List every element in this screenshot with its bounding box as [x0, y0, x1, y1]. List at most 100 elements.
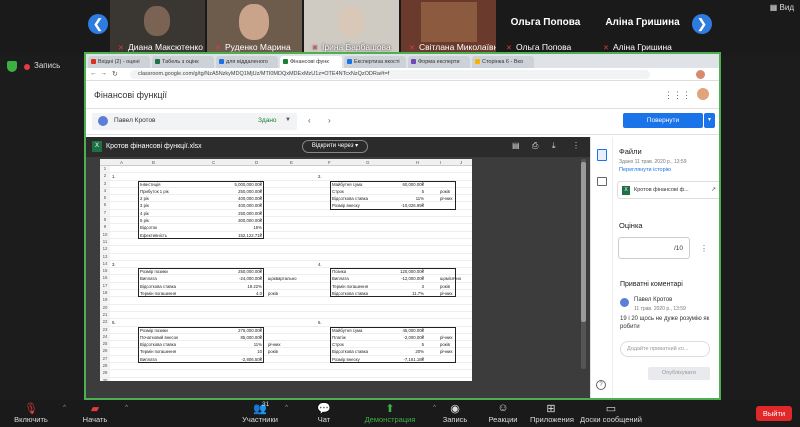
col-header: H: [416, 160, 420, 165]
apps-button[interactable]: ⊞ Приложения: [530, 402, 574, 424]
more-options-icon[interactable]: ⋮: [572, 141, 580, 150]
submitted-time: Здано 11 трав. 2020 р., 13:59: [619, 159, 687, 165]
return-button[interactable]: Повернути: [623, 113, 703, 128]
view-history-link[interactable]: Переглянути історію: [619, 167, 671, 173]
open-external-icon[interactable]: ↗: [711, 186, 716, 193]
browser-tab[interactable]: Форма експерти: [408, 56, 470, 68]
grade-more-icon[interactable]: ⋮: [700, 244, 708, 253]
comments-tab-icon[interactable]: [597, 177, 607, 186]
sheet-row: 2 1. 2.: [100, 173, 472, 181]
forward-icon[interactable]: →: [100, 70, 107, 77]
sheet-row: 14 3. 4.: [100, 260, 472, 269]
sheet-row: 20: [100, 304, 472, 312]
row-number: 25: [100, 341, 110, 348]
reload-icon[interactable]: ↻: [112, 70, 118, 78]
help-icon[interactable]: ?: [596, 380, 606, 390]
open-with-button[interactable]: Відкрити через ▾: [302, 140, 368, 153]
share-screen-button[interactable]: ⬆Демонстрация экрана ^: [354, 402, 436, 427]
participant-tile[interactable]: ✕ Диана Максютенко: [110, 0, 205, 55]
leave-button[interactable]: Выйти: [756, 406, 792, 421]
url-field[interactable]: classroom.google.com/g/tg/NzA5NzkyMDQ1Mj…: [130, 70, 650, 79]
add-comment-icon[interactable]: ▤: [512, 141, 520, 150]
caret-up-icon[interactable]: ^: [433, 405, 436, 411]
sheet-row: 13: [100, 253, 472, 261]
sheet-cell: років: [268, 291, 278, 297]
caret-up-icon[interactable]: ^: [285, 405, 288, 411]
sheet-cell: 3.: [112, 261, 116, 267]
next-page-button[interactable]: ❯: [692, 14, 712, 34]
browser-tab[interactable]: Сторінка 6 - Вко: [472, 56, 534, 68]
comment-time: 11 трав. 2020 р., 13:59: [634, 306, 686, 312]
row-number: 18: [100, 290, 110, 297]
row-number: 4: [100, 187, 110, 195]
account-avatar[interactable]: [697, 88, 709, 100]
muted-mic-icon: 🎙: [24, 403, 38, 415]
whiteboards-button[interactable]: ▭ Доски сообщений: [580, 402, 642, 424]
viewer-scroll-thumb[interactable]: [581, 162, 586, 322]
caret-up-icon[interactable]: ^: [63, 405, 66, 411]
participant-tile[interactable]: Ольга Попова ✕ Ольга Попова: [498, 0, 593, 55]
security-shield-icon[interactable]: [7, 61, 17, 72]
row-number: 8: [100, 217, 110, 224]
table-border: [330, 326, 456, 364]
view-menu[interactable]: ▦ Вид: [770, 3, 794, 12]
row-number: 28: [100, 363, 110, 370]
col-header: A: [120, 160, 124, 165]
participants-button[interactable]: 👥 Участники 31 ^: [242, 401, 288, 424]
sheet-cell: 2.: [318, 174, 322, 180]
forms-icon: [411, 59, 416, 64]
prev-student-icon[interactable]: ‹: [308, 116, 311, 125]
viewer-toolbar: X Кротов фінансові функції.xlsx Відкрити…: [86, 137, 590, 157]
row-number: 2: [100, 173, 110, 180]
gmail-icon: [91, 59, 96, 64]
browser-tab[interactable]: Вхідні (2) - оцені: [88, 56, 150, 68]
row-number: 5: [100, 195, 110, 202]
participant-big-name: Ольга Попова: [510, 17, 581, 28]
record-button[interactable]: ◉ Запись: [442, 402, 468, 424]
print-icon[interactable]: ⎙: [532, 141, 538, 151]
participant-name: ✕ Аліна Гришина: [603, 42, 672, 52]
download-icon[interactable]: ⤓: [552, 141, 556, 151]
row-number: 6: [100, 202, 110, 209]
back-icon[interactable]: ←: [90, 70, 97, 77]
row-number: 10: [100, 231, 110, 238]
private-comment-input[interactable]: Додайте приватний ко...: [620, 341, 710, 357]
unmute-button[interactable]: 🎙Включить звук ^: [6, 402, 66, 427]
whiteboard-icon: ▭: [605, 403, 617, 415]
student-selector[interactable]: Павел Кротов Здано ▼: [92, 113, 297, 130]
files-tab-icon[interactable]: [597, 149, 607, 161]
browser-tab[interactable]: Табель з оцінк: [152, 56, 214, 68]
attached-file-card[interactable]: X Кротов фінансові ф... ↗: [617, 181, 719, 199]
browser-tab[interactable]: Експертиза якості: [344, 56, 406, 68]
participant-name: ✕ Диана Максютенко: [118, 42, 203, 52]
grade-input[interactable]: /10: [618, 237, 690, 259]
sheet-row: 1: [100, 166, 472, 174]
caret-up-icon[interactable]: ^: [125, 405, 128, 411]
participant-tile[interactable]: ✕ Ірина Барбашова: [304, 0, 399, 55]
sheet-row: 21: [100, 311, 472, 320]
participant-tile[interactable]: Аліна Гришина ✕ Аліна Гришина: [595, 0, 690, 55]
comment-author: Павел Кротов: [634, 297, 673, 303]
table-border: [138, 326, 264, 364]
chat-button[interactable]: 💬 Чат: [314, 402, 334, 424]
profile-avatar[interactable]: [696, 70, 705, 79]
browser-tab-active[interactable]: Фінансові функ: [280, 56, 342, 68]
participant-tile[interactable]: ✕ Руденко Марина: [207, 0, 302, 55]
apps-grid-icon[interactable]: ⋮⋮⋮: [664, 90, 691, 101]
participant-name: ✕ Світлана Миколаївна: [409, 42, 496, 52]
reactions-button[interactable]: ☺ Реакции: [488, 402, 518, 424]
submission-panel: ? Файли Здано 11 трав. 2020 р., 13:59 Пе…: [590, 137, 719, 398]
prev-page-button[interactable]: ❮: [88, 14, 108, 34]
browser-tab[interactable]: для віддаленого: [216, 56, 278, 68]
sheet-row: 22 5. 6.: [100, 319, 472, 327]
col-header: F: [328, 160, 331, 165]
publish-button[interactable]: Опублікувати: [648, 367, 710, 380]
grade-denominator: /10: [673, 245, 683, 252]
muted-mic-icon: ✕: [215, 45, 221, 52]
muted-mic-icon: ✕: [118, 45, 124, 52]
return-dropdown-icon[interactable]: ▾: [704, 113, 715, 128]
private-comments-title: Приватні коментарі: [620, 281, 683, 288]
participant-tile[interactable]: ✕ Світлана Миколаївна: [401, 0, 496, 55]
next-student-icon[interactable]: ›: [328, 116, 331, 125]
start-video-button[interactable]: ▰Начать видео ^: [72, 402, 128, 427]
